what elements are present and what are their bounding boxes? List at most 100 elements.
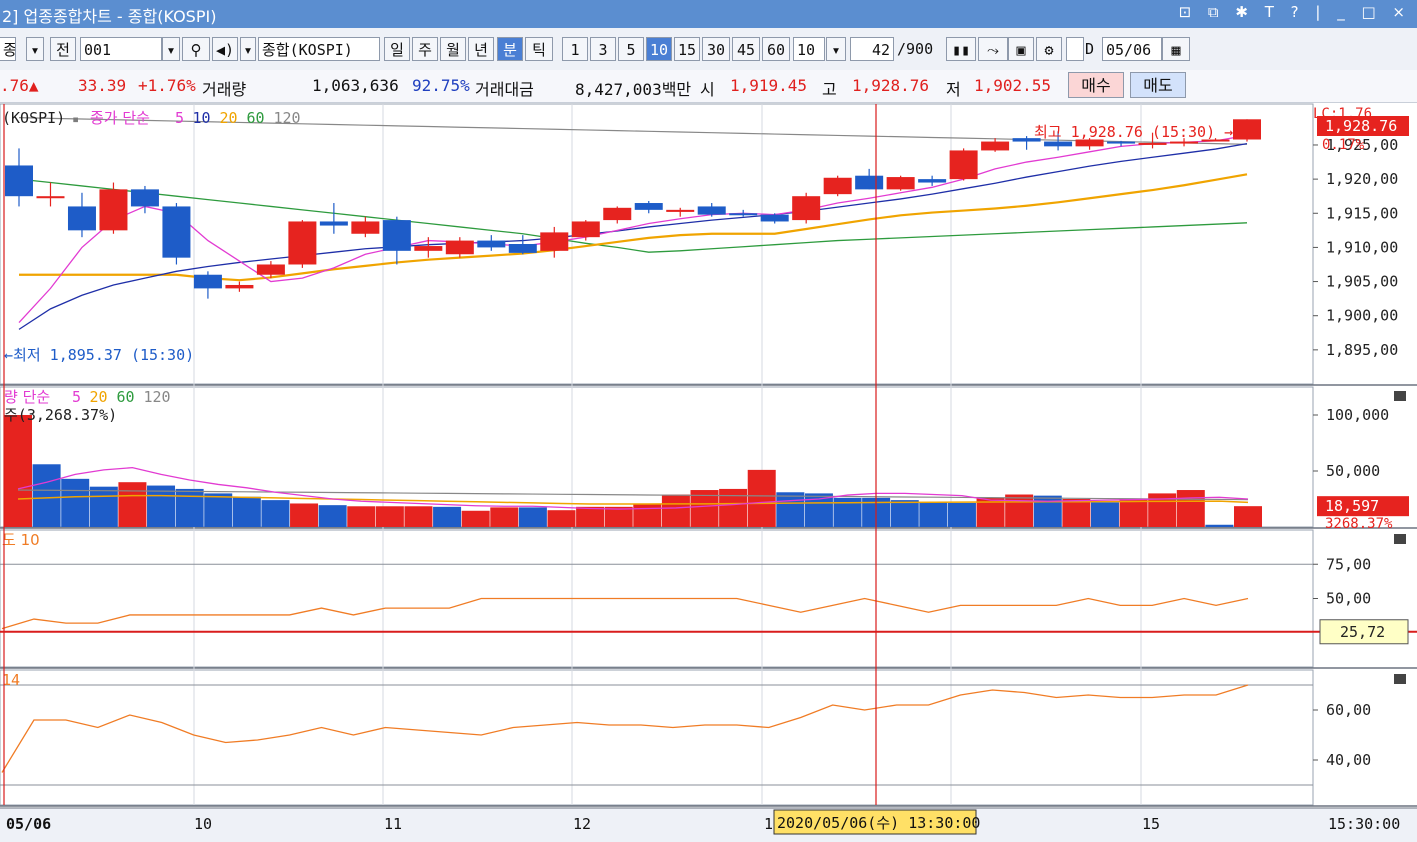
period-week[interactable]: 주 bbox=[412, 37, 438, 61]
indicator2-tick-label: 40,00 bbox=[1326, 751, 1371, 769]
x-axis-label: 12 bbox=[573, 815, 591, 833]
window-controls[interactable]: ⊡ ⧉ ✱ T ? | _ □ × bbox=[1179, 3, 1411, 21]
date-prefix: D bbox=[1085, 40, 1095, 58]
quote-bar: .76▲ 33.39 +1.76% 거래량 1,063,636 92.75% 거… bbox=[0, 70, 1417, 103]
code-dropdown-icon[interactable]: ▾ bbox=[162, 37, 180, 61]
index-name-field[interactable]: 종합(KOSPI) bbox=[258, 37, 380, 61]
volume-percent: 92.75% bbox=[412, 76, 470, 95]
candle bbox=[603, 207, 632, 221]
interval-60[interactable]: 60 bbox=[762, 37, 790, 61]
candle bbox=[256, 264, 285, 275]
volume-bar bbox=[61, 478, 90, 527]
price-tick-label: 1,900,00 bbox=[1326, 307, 1398, 325]
period-minute[interactable]: 분 bbox=[497, 37, 523, 61]
candle bbox=[1170, 141, 1199, 144]
volume-bar bbox=[1005, 494, 1034, 527]
candle bbox=[445, 240, 474, 255]
indicator1-tick-label: 75,00 bbox=[1326, 555, 1371, 573]
search-icon[interactable]: ⚲ bbox=[182, 37, 210, 61]
interval-45[interactable]: 45 bbox=[732, 37, 760, 61]
volume-bar bbox=[175, 488, 204, 527]
volume-bar bbox=[490, 507, 519, 527]
volume-bar bbox=[290, 503, 319, 527]
buy-button[interactable]: 매수 bbox=[1068, 72, 1124, 98]
interval-30[interactable]: 30 bbox=[702, 37, 730, 61]
candle bbox=[760, 214, 789, 222]
volume-bar bbox=[1033, 495, 1062, 527]
code-input[interactable]: 001 bbox=[80, 37, 162, 61]
prev-button[interactable]: 전 bbox=[50, 37, 76, 61]
max-annotation: 최고 1,928.76 (15:30) → bbox=[1034, 123, 1233, 141]
volume-bar bbox=[404, 506, 433, 527]
current-volume-label: 18,597 bbox=[1325, 497, 1379, 515]
count-input[interactable]: 42 bbox=[850, 37, 894, 61]
interval-10[interactable]: 10 bbox=[646, 37, 672, 61]
period-year[interactable]: 년 bbox=[468, 37, 494, 61]
candle bbox=[1233, 119, 1261, 140]
date-checkbox[interactable] bbox=[1066, 37, 1084, 61]
sound-dropdown-icon[interactable]: ▾ bbox=[240, 37, 256, 61]
period-day[interactable]: 일 bbox=[384, 37, 410, 61]
period-month[interactable]: 월 bbox=[440, 37, 466, 61]
period-tick[interactable]: 틱 bbox=[525, 37, 553, 61]
candle bbox=[319, 221, 348, 226]
x-axis-label: 10 bbox=[194, 815, 212, 833]
candle bbox=[130, 189, 159, 207]
volume-legend-sub: 주(3,268.37%) bbox=[4, 406, 117, 424]
sound-icon[interactable]: ◀) bbox=[212, 37, 238, 61]
candle bbox=[382, 220, 411, 251]
candle bbox=[571, 221, 600, 238]
candle bbox=[823, 177, 852, 195]
market-kind-select[interactable]: 종 bbox=[0, 37, 16, 61]
pane-close-icon bbox=[1394, 674, 1406, 684]
date-input[interactable]: 05/06 bbox=[1102, 37, 1162, 61]
interval-15[interactable]: 15 bbox=[674, 37, 700, 61]
interval-5[interactable]: 5 bbox=[618, 37, 644, 61]
candle bbox=[67, 206, 96, 231]
x-axis-label: 05/06 bbox=[6, 815, 51, 833]
volume-bar bbox=[547, 510, 576, 527]
window-title: 2] 업종종합차트 - 종합(KOSPI) bbox=[2, 7, 217, 26]
interval-dropdown-icon[interactable]: ▾ bbox=[826, 37, 846, 61]
candle bbox=[5, 165, 33, 197]
chart-area[interactable]: 1,925,001,920,001,915,001,910,001,905,00… bbox=[0, 102, 1417, 842]
open-value: 1,919.45 bbox=[730, 76, 808, 95]
indicator1-tick-label: 50,00 bbox=[1326, 590, 1371, 608]
volume-bar bbox=[719, 488, 748, 527]
interval-value-input[interactable]: 10 bbox=[793, 37, 825, 61]
indicator2-legend: 14 bbox=[2, 671, 20, 689]
change-value: 33.39 bbox=[78, 76, 127, 95]
price-legend-ma: 20 bbox=[220, 109, 238, 127]
candle bbox=[855, 175, 884, 190]
candle bbox=[477, 240, 506, 248]
price-legend-ma: 60 bbox=[247, 109, 265, 127]
candle bbox=[1107, 141, 1136, 144]
min-annotation: ←최저 1,895.37 (15:30) bbox=[4, 346, 194, 364]
volume-legend-label: 량 단순 bbox=[4, 388, 50, 406]
candle-type-icon[interactable]: ▮▮ bbox=[946, 37, 976, 61]
sell-button[interactable]: 매도 bbox=[1130, 72, 1186, 98]
calendar-icon[interactable]: ▦ bbox=[1162, 37, 1190, 61]
low-label: 저 bbox=[946, 80, 961, 99]
volume-legend-ma: 20 bbox=[90, 388, 108, 406]
volume-bar bbox=[661, 494, 690, 527]
candle bbox=[792, 196, 821, 221]
volume-bar bbox=[518, 507, 547, 527]
interval-3[interactable]: 3 bbox=[590, 37, 616, 61]
candle bbox=[288, 221, 317, 265]
candle bbox=[729, 213, 758, 216]
candle bbox=[351, 221, 380, 234]
volume-legend-ma: 120 bbox=[144, 388, 171, 406]
price-tick-label: 1,895,00 bbox=[1326, 341, 1398, 359]
candle bbox=[99, 189, 128, 231]
pane-frame bbox=[0, 103, 1314, 385]
kind-dropdown-icon[interactable]: ▾ bbox=[26, 37, 44, 61]
low-value: 1,902.55 bbox=[974, 76, 1052, 95]
interval-1[interactable]: 1 bbox=[562, 37, 588, 61]
gear-icon[interactable]: ⚙ bbox=[1036, 37, 1062, 61]
count-max: /900 bbox=[897, 40, 934, 58]
line-type-icon[interactable]: ⤳ bbox=[978, 37, 1008, 61]
save-icon[interactable]: ▣ bbox=[1008, 37, 1034, 61]
volume-bar bbox=[204, 493, 233, 527]
price-legend-ma: 10 bbox=[193, 109, 211, 127]
